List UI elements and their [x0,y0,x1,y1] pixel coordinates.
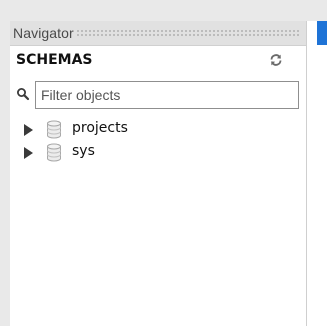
schema-name: projects [72,120,128,136]
refresh-icon[interactable] [269,53,283,67]
filter-row [10,79,306,111]
database-icon [46,120,62,139]
schema-tree: projects sys [10,118,306,164]
panel-drag-grip[interactable] [75,29,300,37]
expand-arrow-icon[interactable] [24,147,33,159]
active-editor-tab[interactable] [317,21,327,45]
schema-item-sys[interactable]: sys [10,141,306,164]
database-icon [46,143,62,162]
editor-area [307,21,327,326]
filter-objects-input[interactable] [35,81,299,109]
expand-arrow-icon[interactable] [24,124,33,136]
schemas-title: SCHEMAS [16,52,93,68]
navigator-header: Navigator [10,21,306,46]
schema-name: sys [72,143,95,159]
navigator-title: Navigator [13,25,74,41]
schema-item-projects[interactable]: projects [10,118,306,141]
workbench-window: Navigator SCHEMAS Filter objects project… [0,0,327,326]
search-icon [16,87,30,101]
schemas-section-header: SCHEMAS [10,46,306,74]
